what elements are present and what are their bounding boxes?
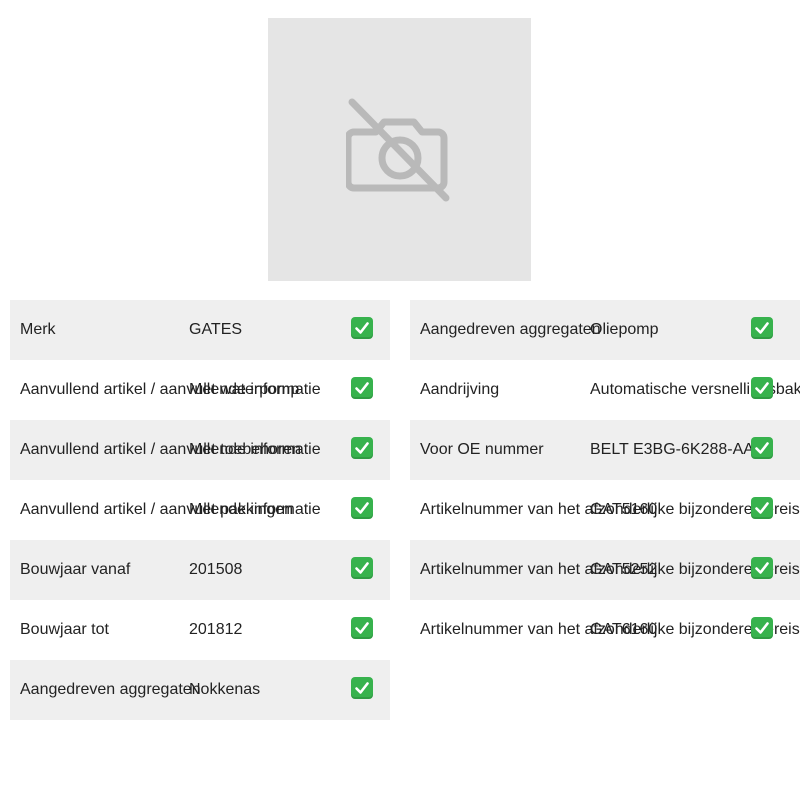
attribute-row: Merk GATES <box>10 300 390 360</box>
attribute-value: GAT5160 <box>590 501 658 518</box>
attribute-row: Aangedreven aggregaten Nokkenas <box>10 660 390 720</box>
attribute-row: Aangedreven aggregaten Oliepomp <box>410 300 800 360</box>
attribute-value: Met pakkingen <box>189 501 294 518</box>
attribute-value: Nokkenas <box>189 681 261 698</box>
product-image-placeholder <box>268 18 531 281</box>
attribute-row: Aanvullend artikel / aanvullende informa… <box>10 420 390 480</box>
attribute-label: Bouwjaar tot <box>20 621 109 638</box>
attribute-value: Oliepomp <box>590 321 659 338</box>
no-photo-camera-icon <box>346 98 450 202</box>
attribute-row: Voor OE nummer BELT E3BG-6K288-AA <box>410 420 800 480</box>
check-icon <box>351 557 373 579</box>
attribute-row: Aanvullend artikel / aanvullende informa… <box>10 360 390 420</box>
attribute-value: Met waterpomp <box>189 381 300 398</box>
attribute-label: Aangedreven aggregaten <box>20 681 201 698</box>
check-icon <box>751 497 773 519</box>
attribute-value: 201508 <box>189 561 243 578</box>
check-icon <box>351 317 373 339</box>
attribute-label: Aangedreven aggregaten <box>420 321 601 338</box>
attributes-right-column: Aangedreven aggregaten Oliepomp Aandrijv… <box>410 300 800 660</box>
check-icon <box>351 377 373 399</box>
attribute-label: Voor OE nummer <box>420 441 544 458</box>
check-icon <box>751 437 773 459</box>
check-icon <box>351 497 373 519</box>
attribute-row: Aandrijving Automatische versnellingsbak <box>410 360 800 420</box>
attribute-row: Bouwjaar vanaf 201508 <box>10 540 390 600</box>
attribute-row: Artikelnummer van het afzonderlijke bijz… <box>410 600 800 660</box>
check-icon <box>351 617 373 639</box>
check-icon <box>751 377 773 399</box>
attribute-value: GAT6160 <box>590 621 658 638</box>
attribute-value: Met toebehoren <box>189 441 302 458</box>
attribute-value: BELT E3BG-6K288-AA <box>590 441 754 458</box>
attribute-row: Aanvullend artikel / aanvullende informa… <box>10 480 390 540</box>
attribute-value: GATES <box>189 321 243 338</box>
attribute-row: Artikelnummer van het afzonderlijke bijz… <box>410 540 800 600</box>
check-icon <box>751 617 773 639</box>
attribute-row: Artikelnummer van het afzonderlijke bijz… <box>410 480 800 540</box>
attribute-value: 201812 <box>189 621 243 638</box>
check-icon <box>751 317 773 339</box>
attributes-left-column: Merk GATES Aanvullend artikel / aanvulle… <box>10 300 390 720</box>
check-icon <box>751 557 773 579</box>
attribute-label: Aandrijving <box>420 381 500 398</box>
attribute-label: Bouwjaar vanaf <box>20 561 131 578</box>
attribute-value: GAT5252 <box>590 561 658 578</box>
attribute-row: Bouwjaar tot 201812 <box>10 600 390 660</box>
check-icon <box>351 677 373 699</box>
check-icon <box>351 437 373 459</box>
attribute-label: Merk <box>20 321 56 338</box>
